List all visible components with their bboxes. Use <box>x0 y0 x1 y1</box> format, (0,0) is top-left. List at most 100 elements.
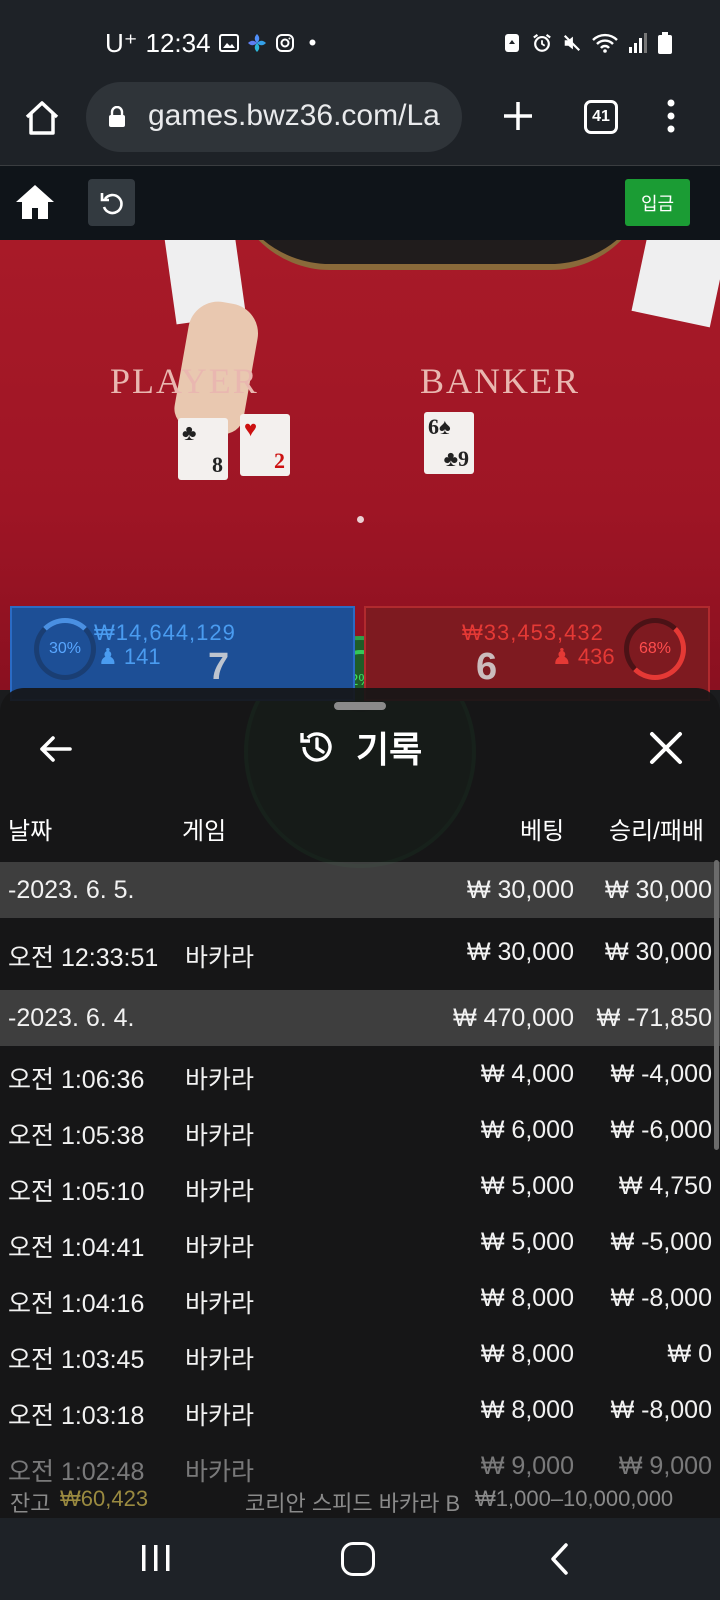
banker-score: 6 <box>476 646 498 688</box>
wifi-icon <box>592 33 618 53</box>
row-result: ₩ 4,750 <box>618 1172 712 1200</box>
status-right <box>502 28 672 58</box>
row-result: ₩ 9,000 <box>618 1452 712 1480</box>
close-icon[interactable] <box>648 730 684 766</box>
history-row[interactable]: 오전 1:04:16 바카라 ₩ 8,000 ₩ -8,000 <box>0 1270 720 1326</box>
row-game: 바카라 <box>185 944 255 972</box>
recycle-icon <box>505 34 519 52</box>
site-home-icon[interactable] <box>14 182 56 222</box>
person-icon: ♟ <box>98 644 118 669</box>
row-bet: ₩ 4,000 <box>480 1060 574 1088</box>
row-time: 오전 1:06:36 <box>8 1066 145 1094</box>
player-bettor-count: ♟ 141 <box>98 644 161 670</box>
instagram-icon <box>275 34 294 52</box>
history-list: -2023. 6. 5. ₩ 30,000 ₩ 30,000 오전 12:33:… <box>0 862 720 1494</box>
column-header-result: 승리/패배 <box>609 818 704 845</box>
player-pool-amount: ₩14,644,129 <box>94 620 236 645</box>
scrollbar[interactable] <box>714 860 719 1150</box>
player-card-2: ♥ 2 <box>240 414 290 476</box>
person-icon: ♟ <box>552 644 572 669</box>
android-nav-bar <box>0 1518 720 1600</box>
row-time: 오전 1:03:18 <box>8 1402 145 1430</box>
more-menu-icon[interactable] <box>663 98 679 134</box>
group-date: -2023. 6. 4. <box>8 1004 135 1032</box>
banker-card-1: 6♠ ♣9 <box>424 412 474 474</box>
deposit-button[interactable]: 입금 <box>625 179 690 226</box>
player-card-1: ♣ 8 <box>178 418 228 480</box>
back-arrow-icon[interactable] <box>36 730 74 768</box>
refresh-button[interactable] <box>88 179 135 226</box>
clock: 12:34 <box>145 27 211 58</box>
row-bet: ₩ 8,000 <box>480 1284 574 1312</box>
gallery-icon <box>218 34 239 52</box>
tab-switcher-button[interactable]: 41 <box>584 100 618 134</box>
player-percent-ring: 30% <box>34 618 96 680</box>
player-score: 7 <box>208 646 230 688</box>
balance-label: 잔고 <box>10 1491 51 1516</box>
browser-home-icon[interactable] <box>22 98 62 138</box>
lock-icon <box>109 106 125 127</box>
history-icon <box>300 732 332 762</box>
row-game: 바카라 <box>185 1066 255 1094</box>
row-bet: ₩ 8,000 <box>480 1340 574 1368</box>
row-result: ₩ -8,000 <box>610 1396 712 1424</box>
table-dot <box>357 516 364 523</box>
row-bet: ₩ 6,000 <box>480 1116 574 1144</box>
row-game: 바카라 <box>185 1290 255 1318</box>
table-edge <box>230 240 650 270</box>
column-header-bet: 베팅 <box>520 818 565 845</box>
row-bet: ₩ 5,000 <box>480 1228 574 1256</box>
group-date: -2023. 6. 5. <box>8 876 135 904</box>
history-title: 기록 <box>356 729 423 770</box>
status-bar: U⁺ 12:34 • <box>0 0 720 80</box>
history-row[interactable]: 오전 1:05:10 바카라 ₩ 5,000 ₩ 4,750 <box>0 1158 720 1214</box>
history-row[interactable]: 오전 1:06:36 바카라 ₩ 4,000 ₩ -4,000 <box>0 1046 720 1102</box>
row-result: ₩ 0 <box>667 1340 712 1368</box>
status-left: U⁺ 12:34 • <box>105 26 316 60</box>
sheet-title: 기록 <box>296 724 422 770</box>
player-bet-area[interactable]: 30% ₩14,644,129 ♟ 141 7 <box>10 606 355 701</box>
history-row[interactable]: 오전 1:04:41 바카라 ₩ 5,000 ₩ -5,000 <box>0 1214 720 1270</box>
row-time: 오전 1:04:41 <box>8 1234 145 1262</box>
carrier-label: U⁺ <box>105 27 138 58</box>
banker-percent-ring: 68% <box>624 618 686 680</box>
recent-apps-icon[interactable] <box>138 1542 174 1574</box>
group-total-bet: ₩ 30,000 <box>466 876 574 904</box>
nav-back-icon[interactable] <box>548 1542 570 1576</box>
row-game: 바카라 <box>185 1234 255 1262</box>
table-name: 코리안 스피드 바카라 B <box>245 1491 461 1516</box>
alarm-icon <box>533 33 551 52</box>
group-total-bet: ₩ 470,000 <box>453 1004 574 1032</box>
address-bar[interactable]: games.bwz36.com/La <box>86 82 462 152</box>
banker-bettor-count-value: 436 <box>577 644 615 669</box>
row-result: ₩ -4,000 <box>610 1060 712 1088</box>
new-tab-icon[interactable] <box>500 98 536 134</box>
row-bet: ₩ 8,000 <box>480 1396 574 1424</box>
row-time: 오전 1:04:16 <box>8 1290 145 1318</box>
history-row[interactable]: 오전 1:03:45 바카라 ₩ 8,000 ₩ 0 <box>0 1326 720 1382</box>
date-group-row[interactable]: -2023. 6. 4. ₩ 470,000 ₩ -71,850 <box>0 990 720 1046</box>
browser-toolbar: games.bwz36.com/La 41 <box>0 80 720 166</box>
banker-bettor-count: ♟ 436 <box>552 644 615 670</box>
row-result: ₩ -8,000 <box>610 1284 712 1312</box>
history-row[interactable]: 오전 1:03:18 바카라 ₩ 8,000 ₩ -8,000 <box>0 1382 720 1438</box>
row-result: ₩ 30,000 <box>604 938 712 966</box>
row-bet: ₩ 30,000 <box>466 938 574 966</box>
refresh-icon <box>100 192 123 214</box>
date-group-row[interactable]: -2023. 6. 5. ₩ 30,000 ₩ 30,000 <box>0 862 720 918</box>
row-result: ₩ -6,000 <box>610 1116 712 1144</box>
banker-bet-area[interactable]: ₩33,453,432 ♟ 436 68% 6 <box>364 606 710 701</box>
battery-icon <box>658 32 672 54</box>
row-game: 바카라 <box>185 1402 255 1430</box>
row-time: 오전 1:05:38 <box>8 1122 145 1150</box>
history-row[interactable]: 오전 12:33:51 바카라 ₩ 30,000 ₩ 30,000 <box>0 924 720 980</box>
sheet-drag-handle[interactable] <box>334 702 386 710</box>
dealer-sleeve-right <box>631 240 720 328</box>
row-game: 바카라 <box>185 1178 255 1206</box>
row-bet: ₩ 9,000 <box>480 1452 574 1480</box>
balance-value: ₩60,423 <box>60 1486 149 1511</box>
history-row[interactable]: 오전 1:05:38 바카라 ₩ 6,000 ₩ -6,000 <box>0 1102 720 1158</box>
notification-dot: • <box>308 30 317 55</box>
nav-home-icon[interactable] <box>341 1542 375 1576</box>
player-table-label: PLAYER <box>110 361 259 401</box>
